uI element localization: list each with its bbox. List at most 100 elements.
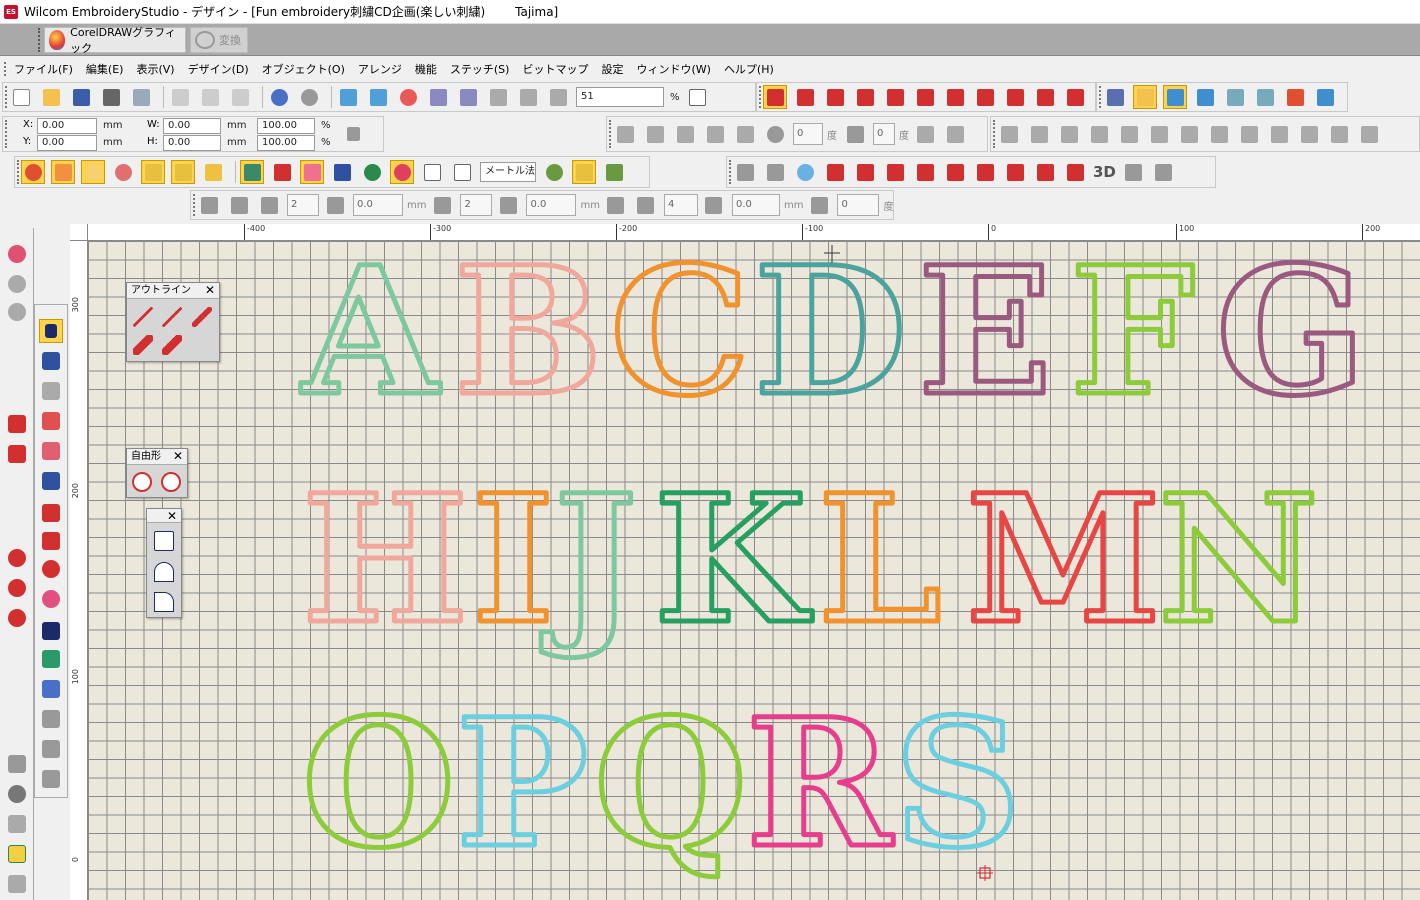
angle-field[interactable]: 0: [837, 194, 880, 216]
coreldraw-graphics-button[interactable]: CorelDRAWグラフィック: [44, 26, 186, 55]
random-icon[interactable]: [853, 160, 877, 184]
wave-stitch-icon[interactable]: [1003, 85, 1027, 109]
textured-icon[interactable]: [1003, 160, 1027, 184]
smooth-node-icon[interactable]: [151, 589, 177, 615]
menu-item[interactable]: ウィンドウ(W): [636, 61, 710, 77]
stitch-angle-icon[interactable]: [823, 160, 847, 184]
width-icon[interactable]: [496, 193, 520, 217]
hexagon-icon[interactable]: [5, 812, 29, 836]
triangle-tool-icon[interactable]: [5, 872, 29, 896]
select-object-icon[interactable]: [39, 319, 63, 343]
petal-icon[interactable]: [5, 300, 29, 324]
density-icon[interactable]: [913, 160, 937, 184]
zoom-select[interactable]: 51: [576, 87, 664, 107]
pattern-spacing-icon[interactable]: [604, 193, 628, 217]
outline-zigzag-icon[interactable]: [159, 332, 185, 358]
embroidery-letter[interactable]: H: [300, 454, 471, 666]
reshape-node-icon[interactable]: [5, 412, 29, 436]
paste-icon[interactable]: [228, 85, 252, 109]
embroidery-letter[interactable]: N: [1156, 454, 1322, 666]
embroidery-letter[interactable]: I: [470, 454, 557, 666]
value-field-3[interactable]: 0.0: [731, 194, 780, 216]
zigzag-spacing-icon[interactable]: [430, 193, 454, 217]
monogram-icon[interactable]: [39, 677, 63, 701]
lock-proportions-icon[interactable]: [341, 122, 365, 146]
embroidery-letter[interactable]: P: [454, 678, 591, 890]
toolbar-grip[interactable]: [5, 120, 7, 148]
align-bottom-icon[interactable]: [1357, 122, 1381, 146]
outline-backstitch-icon[interactable]: [189, 304, 215, 330]
print-preview-icon[interactable]: [129, 85, 153, 109]
menu-grip[interactable]: [4, 62, 8, 76]
count-field-3[interactable]: 4: [663, 194, 698, 216]
skew-field[interactable]: 0: [873, 123, 895, 145]
brush-icon[interactable]: [39, 767, 63, 791]
threed-label[interactable]: 3D: [1093, 163, 1116, 181]
satin-fill-icon[interactable]: [21, 160, 45, 184]
rotate-field[interactable]: 0: [793, 123, 823, 145]
angle-icon[interactable]: [807, 193, 831, 217]
contour-stitch-icon[interactable]: [943, 85, 967, 109]
blackwork-icon[interactable]: [5, 782, 29, 806]
embroidery-letter[interactable]: Q: [592, 678, 750, 890]
grid-icon[interactable]: [420, 160, 444, 184]
corner-node-icon[interactable]: [151, 528, 177, 554]
menu-item[interactable]: ファイル(F): [14, 61, 73, 77]
offset-icon[interactable]: [793, 160, 817, 184]
overview-icon[interactable]: [1313, 85, 1337, 109]
menu-item[interactable]: ビットマップ: [522, 61, 588, 77]
toolbar-grip[interactable]: [5, 86, 7, 108]
rotate-icon[interactable]: [763, 122, 787, 146]
rotate-45-icon[interactable]: [913, 122, 937, 146]
column-split-icon[interactable]: [197, 193, 221, 217]
embroidery-letter[interactable]: K: [652, 454, 816, 666]
embroidery-letter[interactable]: F: [1068, 241, 1198, 438]
circle-fill-icon[interactable]: [5, 546, 29, 570]
curve-node-icon[interactable]: [151, 559, 177, 585]
fish-icon[interactable]: [201, 160, 225, 184]
embroidery-letter[interactable]: A: [298, 241, 444, 438]
undo-icon[interactable]: [267, 85, 291, 109]
menu-item[interactable]: デザイン(D): [188, 61, 249, 77]
satin-stitch-icon[interactable]: [763, 85, 787, 109]
heart-icon[interactable]: [300, 160, 324, 184]
group-icon[interactable]: [997, 122, 1021, 146]
run-stitch-icon[interactable]: [141, 160, 165, 184]
toolbar-grip[interactable]: [993, 120, 995, 148]
mirror-vertical-icon[interactable]: [643, 122, 667, 146]
shaped-icon[interactable]: [1063, 160, 1087, 184]
embroidery-letter[interactable]: B: [452, 241, 606, 438]
toolbar-grip[interactable]: [759, 86, 761, 108]
toolbar-grip[interactable]: [1099, 86, 1101, 108]
vertical-ruler[interactable]: 300 200 100 0: [70, 241, 88, 900]
outline-satin-icon[interactable]: [130, 332, 156, 358]
polyline-select-icon[interactable]: [39, 349, 63, 373]
align-right-icon[interactable]: [1267, 122, 1291, 146]
leaf-fill-icon[interactable]: [81, 160, 105, 184]
align-top-icon[interactable]: [1297, 122, 1321, 146]
menu-item[interactable]: 編集(E): [86, 61, 124, 77]
embroidery-letter[interactable]: O: [300, 678, 458, 890]
fill-cut-icon[interactable]: [227, 193, 251, 217]
embroidery-letter[interactable]: D: [752, 241, 910, 438]
trapunto-icon[interactable]: [1122, 160, 1146, 184]
stripes-icon[interactable]: [39, 737, 63, 761]
h-percent-field[interactable]: 100.00: [257, 135, 315, 151]
pull-compensation-icon[interactable]: [763, 160, 787, 184]
menu-item[interactable]: ステッチ(S): [450, 61, 510, 77]
line-1-icon[interactable]: [39, 501, 63, 525]
outline-panel-header[interactable]: アウトライン ✕: [127, 283, 219, 299]
zigzag-effect-icon[interactable]: [943, 160, 967, 184]
hoop-icon[interactable]: [486, 85, 510, 109]
stitch-count-icon[interactable]: [257, 193, 281, 217]
step-stitch-icon[interactable]: [853, 85, 877, 109]
tatami-fill-icon[interactable]: [51, 160, 75, 184]
trim-icon[interactable]: [1147, 122, 1171, 146]
x-field[interactable]: 0.00: [37, 118, 97, 134]
skew-left-icon[interactable]: [703, 122, 727, 146]
remove-overlap-icon[interactable]: [1177, 122, 1201, 146]
unlock-icon[interactable]: [1087, 122, 1111, 146]
column-icon[interactable]: [171, 160, 195, 184]
rotate-minus-45-icon[interactable]: [943, 122, 967, 146]
lines-icon[interactable]: [1033, 160, 1057, 184]
